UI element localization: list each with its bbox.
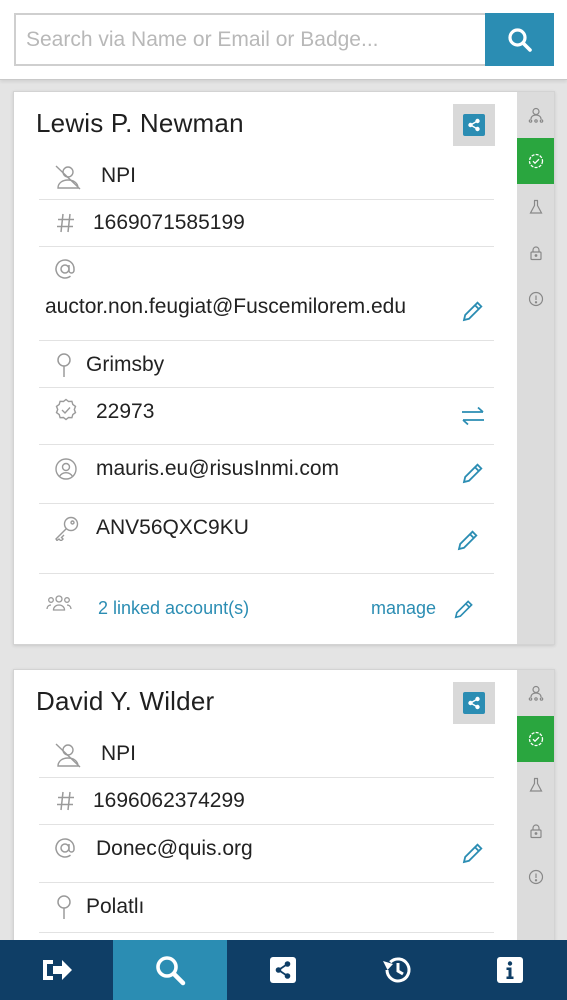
lock-icon	[529, 824, 542, 839]
rail-alert[interactable]	[517, 276, 554, 322]
edit-email-pencil-icon[interactable]	[461, 299, 485, 323]
search-icon	[156, 956, 186, 986]
user-card: Lewis P. Newman NPI 1669071585199 auctor…	[13, 91, 555, 645]
rail-alert[interactable]	[517, 854, 554, 900]
user-badge: 22973	[96, 400, 155, 423]
rail-verified[interactable]	[517, 138, 554, 184]
rail-verified[interactable]	[517, 716, 554, 762]
rail-person-network[interactable]	[517, 92, 554, 138]
linked-accounts-row: 2 linked account(s) manage	[39, 574, 494, 634]
hash-icon	[57, 213, 74, 233]
transfer-arrows-icon[interactable]	[460, 406, 486, 426]
share-button[interactable]	[453, 682, 495, 724]
user-username: mauris.eu@risusInmi.com	[96, 457, 340, 480]
user-number: 1669071585199	[93, 211, 245, 234]
number-row: 1696062374299	[39, 778, 494, 825]
email-row: auctor.non.feugiat@Fuscemilorem.edu	[39, 247, 494, 341]
share-button[interactable]	[453, 104, 495, 146]
nav-share[interactable]	[227, 940, 340, 1000]
manage-link[interactable]: manage	[371, 598, 436, 619]
user-name: Lewis P. Newman	[36, 108, 244, 138]
search-input[interactable]	[14, 13, 486, 66]
badge-check-icon	[528, 153, 543, 169]
user-email: Donec@quis.org	[96, 837, 253, 860]
user-name: David Y. Wilder	[36, 686, 215, 716]
linked-accounts-link[interactable]: 2 linked account(s)	[98, 598, 249, 619]
search-header	[0, 0, 567, 80]
location-row: Polatlı	[39, 883, 494, 933]
flask-icon	[529, 199, 542, 214]
map-pin-icon	[57, 353, 71, 377]
npi-label: NPI	[101, 742, 137, 765]
flask-icon	[529, 777, 542, 792]
alert-circle-icon	[528, 291, 543, 307]
map-pin-icon	[57, 895, 71, 919]
user-email: auctor.non.feugiat@Fuscemilorem.edu	[45, 295, 407, 318]
alert-circle-icon	[528, 869, 543, 885]
search-button[interactable]	[485, 13, 554, 66]
user-number: 1696062374299	[93, 789, 245, 812]
logout-icon	[42, 960, 72, 980]
rail-lock[interactable]	[517, 230, 554, 276]
nav-info[interactable]	[454, 940, 567, 1000]
nav-logout[interactable]	[0, 940, 113, 1000]
group-icon	[46, 595, 72, 611]
npi-row: NPI	[39, 730, 494, 778]
at-icon	[55, 259, 75, 279]
location-row: Grimsby	[39, 341, 494, 388]
number-row: 1669071585199	[39, 200, 494, 247]
info-icon	[497, 957, 524, 983]
npi-row: NPI	[39, 152, 494, 200]
rail-lock[interactable]	[517, 808, 554, 854]
nav-history[interactable]	[340, 940, 453, 1000]
user-card: David Y. Wilder NPI 1696062374299 Donec@…	[13, 669, 555, 959]
side-rail	[517, 670, 554, 958]
share-icon	[468, 118, 480, 132]
lock-icon	[529, 246, 542, 261]
person-off-icon	[55, 743, 81, 768]
edit-username-pencil-icon[interactable]	[461, 461, 485, 485]
rail-lab[interactable]	[517, 184, 554, 230]
edit-key-pencil-icon[interactable]	[456, 528, 480, 552]
person-off-icon	[55, 165, 81, 190]
key-icon	[55, 516, 79, 541]
user-location: Polatlı	[86, 895, 145, 918]
nav-search[interactable]	[113, 940, 227, 1000]
user-key: ANV56QXC9KU	[96, 516, 249, 539]
user-circle-icon	[55, 458, 77, 480]
username-row: mauris.eu@risusInmi.com	[39, 445, 494, 504]
share-icon	[270, 957, 297, 983]
manage-pencil-icon[interactable]	[453, 598, 475, 620]
share-icon	[468, 696, 480, 710]
npi-label: NPI	[101, 164, 137, 187]
search-icon	[507, 27, 532, 52]
at-icon	[55, 838, 75, 858]
badge-row: 22973	[39, 388, 494, 445]
badge-check-icon	[528, 731, 543, 747]
person-network-icon	[528, 685, 543, 701]
history-icon	[382, 957, 411, 983]
person-network-icon	[528, 107, 543, 123]
bottom-nav	[0, 940, 567, 1000]
rail-lab[interactable]	[517, 762, 554, 808]
key-row: ANV56QXC9KU	[39, 504, 494, 574]
verified-badge-icon	[55, 398, 77, 421]
side-rail	[517, 92, 554, 644]
edit-email-pencil-icon[interactable]	[461, 841, 485, 865]
hash-icon	[57, 791, 74, 811]
user-location: Grimsby	[86, 353, 165, 376]
email-row: Donec@quis.org	[39, 825, 494, 883]
rail-person-network[interactable]	[517, 670, 554, 716]
